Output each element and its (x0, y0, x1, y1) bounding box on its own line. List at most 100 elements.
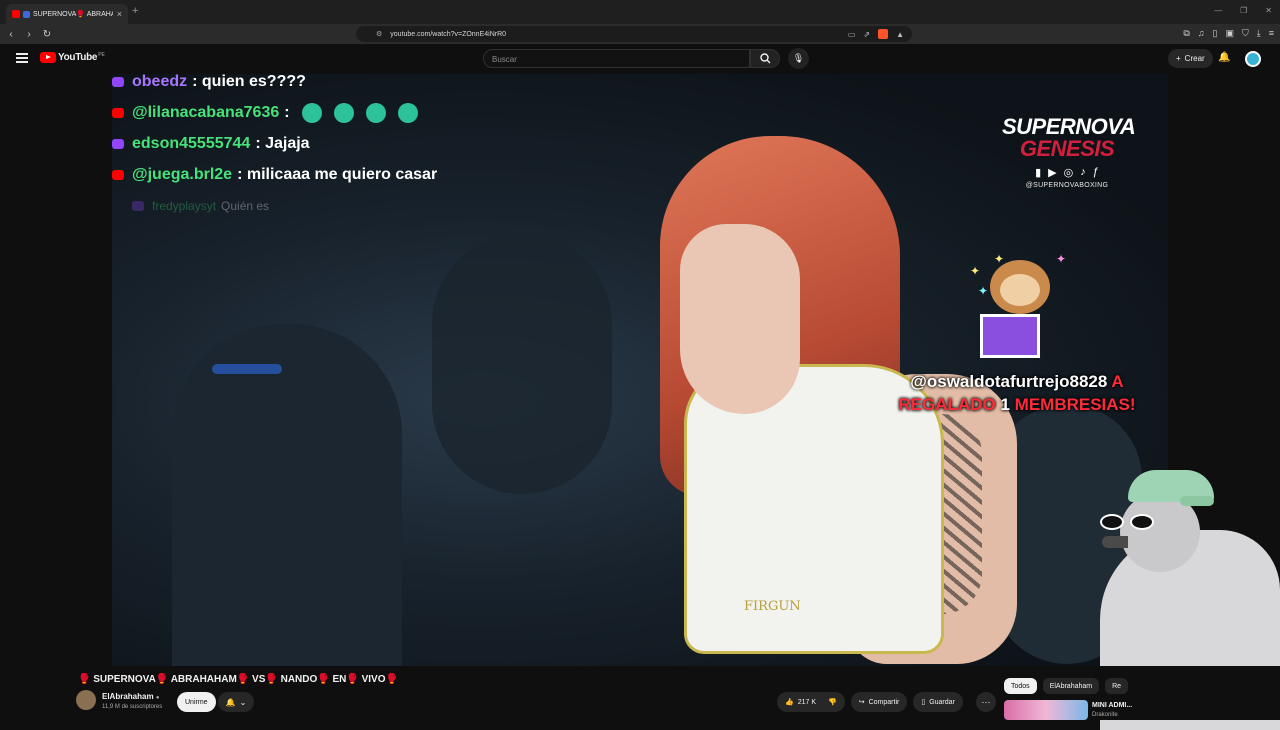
youtube-favicon-icon (12, 10, 20, 18)
cast-icon[interactable]: ▭ (848, 30, 856, 39)
restore-icon[interactable]: ❐ (1240, 6, 1247, 15)
window-controls: — ❐ ✕ (1214, 6, 1272, 15)
supernova-genesis-logo: SUPERNOVA GENESIS ▮ ▶ ◎ ♪ ƒ @SUPERNOVABO… (1002, 114, 1136, 189)
extensions-area: ⧉ ♫ ▯ ▣ ⛉ ⤓ ≡ (1183, 28, 1274, 39)
search-button[interactable] (750, 49, 780, 68)
channel-avatar[interactable] (76, 690, 96, 710)
chat-message: fredyplaysyt Quién es (112, 190, 532, 221)
youtube-icon: ▶ (1048, 167, 1057, 179)
account-avatar[interactable] (1245, 51, 1261, 67)
video-title: 🥊 SUPERNOVA🥊 ABRAHAHAM🥊 VS🥊 NANDO🥊 EN🥊 V… (78, 674, 398, 685)
notifications-icon[interactable]: 🔔 (1218, 52, 1230, 63)
tiktok-icon: ♪ (1080, 166, 1086, 178)
video-player[interactable]: FIRGUN obeedz : quien es???? @lilanacaba… (112, 74, 1168, 666)
sidebar-icon[interactable]: ▯ (1213, 28, 1218, 39)
membership-gift-alert: @oswaldotafurtrejo8828 A REGALADO 1 MEMB… (882, 370, 1152, 416)
browser-tab[interactable]: SUPERNOVA🥊 ABRAHAH... × (6, 4, 128, 24)
menu-icon[interactable]: ≡ (1269, 28, 1274, 39)
thumbs-down-icon[interactable]: 👎 (828, 698, 837, 706)
monkey-face (1000, 274, 1040, 306)
save-label: Guardar (929, 698, 955, 706)
chat-message: edson45555744 : Jajaja (112, 128, 532, 159)
site-info-icon[interactable]: ⚙ (376, 30, 382, 38)
create-label: Crear (1184, 54, 1205, 63)
notification-bell-button[interactable]: 🔔 ⌄ (218, 692, 254, 712)
tab-close-icon[interactable]: × (117, 9, 122, 19)
channel-name[interactable]: ElAbrahaham ● (102, 692, 159, 701)
like-count: 217 K (797, 698, 817, 706)
country-code: PE (98, 52, 105, 58)
chat-message: @juega.brl2e : milicaaa me quiero casar (112, 159, 532, 190)
share-page-icon[interactable]: ⇗ (863, 30, 870, 39)
chat-username: edson45555744 (132, 134, 251, 152)
save-button[interactable]: ▯ Guardar (913, 692, 963, 712)
background-person (432, 234, 612, 494)
boxer-face (680, 224, 800, 414)
youtube-icon (112, 107, 124, 118)
like-button[interactable]: 👍 217 K 👎 (777, 692, 845, 712)
recommended-thumbnail[interactable] (1004, 700, 1088, 720)
back-icon[interactable]: ‹ (4, 29, 18, 40)
share-button[interactable]: ↪ Compartir (850, 692, 908, 712)
emote-icon (365, 102, 386, 123)
bookmark-icon: ▯ (921, 699, 926, 706)
reload-icon[interactable]: ↻ (40, 29, 54, 40)
more-actions-icon[interactable]: ⋯ (976, 692, 996, 712)
chat-username: fredyplaysyt (152, 198, 217, 213)
new-tab-button[interactable]: + (132, 5, 138, 17)
browser-toolbar: ‹ › ↻ ⚙ youtube.com/watch?v=ZOnnE4iNrR0 … (0, 24, 1280, 44)
chat-text: : (284, 103, 290, 121)
download-icon[interactable]: ⤓ (1257, 28, 1261, 39)
alert-object: MEMBRESIAS! (1014, 395, 1136, 414)
subscriber-count: 11,9 M de suscriptores (102, 704, 163, 710)
wallet-icon[interactable]: ▣ (1225, 28, 1234, 39)
alert-verb: REGALADO (898, 395, 996, 414)
emote-icon (301, 102, 322, 123)
chat-text: : milicaaa me quiero casar (237, 165, 438, 183)
twitch-icon (112, 138, 124, 149)
gift-monkey-graphic: ✦ ✦ ✦ ✦ (970, 252, 1072, 366)
bell-icon: 🔔 (225, 697, 236, 707)
twitch-icon: ▮ (1035, 167, 1042, 179)
voice-search-button[interactable]: 🎙 (788, 48, 809, 69)
url-text: youtube.com/watch?v=ZOnnE4iNrR0 (390, 30, 507, 38)
forward-icon[interactable]: › (22, 29, 36, 40)
related-filter-chips: Todos ElAbrahaham Re (1004, 678, 1129, 694)
search-icon (759, 53, 770, 64)
rewards-icon[interactable]: ▲ (896, 30, 904, 39)
extensions-icon[interactable]: ⧉ (1183, 28, 1189, 39)
recommended-title[interactable]: MINI ADMI... (1092, 702, 1132, 709)
sparkle-icon: ✦ (978, 284, 989, 298)
verified-icon: ● (155, 695, 160, 701)
media-icon[interactable]: ♫ (1198, 28, 1205, 39)
minimize-icon[interactable]: — (1214, 6, 1222, 15)
tab-title: SUPERNOVA🥊 ABRAHAH... (33, 11, 113, 18)
chevron-down-icon: ⌄ (239, 697, 247, 707)
background-person (172, 324, 402, 666)
alert-username: @oswaldotafurtrejo8828 (910, 372, 1108, 391)
brave-shields-icon[interactable] (878, 29, 889, 39)
vpn-icon[interactable]: ⛉ (1242, 28, 1249, 39)
address-bar[interactable]: ⚙ youtube.com/watch?v=ZOnnE4iNrR0 ▭ ⇗ ▲ (356, 26, 912, 42)
chat-text: Quién es (221, 198, 270, 213)
youtube-header: YouTube PE Buscar 🎙 + Crear 🔔 (0, 44, 1280, 74)
join-button[interactable]: Unirme (177, 692, 216, 712)
microphone-icon: 🎙 (792, 53, 805, 63)
youtube-play-icon (40, 52, 56, 63)
twitch-icon (112, 76, 124, 87)
close-window-icon[interactable]: ✕ (1265, 6, 1272, 15)
chip-related[interactable]: Re (1105, 678, 1129, 694)
chip-channel[interactable]: ElAbrahaham (1042, 678, 1100, 694)
chip-all[interactable]: Todos (1004, 678, 1037, 694)
youtube-logo[interactable]: YouTube PE (40, 52, 105, 63)
plus-icon: + (1176, 54, 1181, 63)
search-input[interactable]: Buscar (483, 49, 750, 68)
chat-username: @juega.brl2e (132, 165, 233, 183)
background-glasses (212, 364, 282, 374)
youtube-logo-text: YouTube (58, 52, 98, 63)
youtube-icon (112, 169, 124, 180)
sparkle-icon: ✦ (970, 264, 981, 278)
create-button[interactable]: + Crear (1168, 49, 1213, 68)
guide-menu-icon[interactable] (16, 53, 28, 63)
thumbs-up-icon: 👍 (785, 699, 794, 706)
